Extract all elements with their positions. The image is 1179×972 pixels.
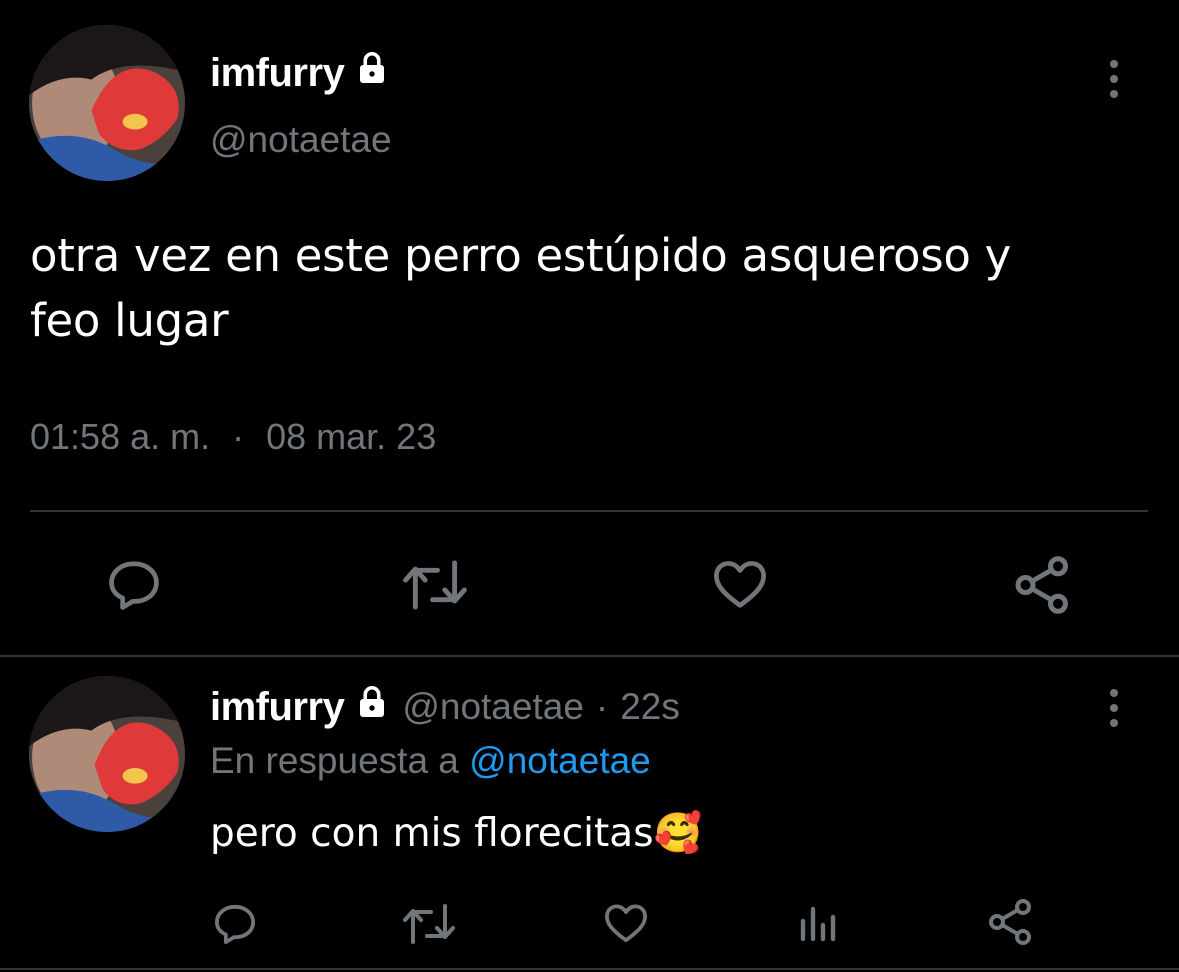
display-name[interactable]: imfurry (210, 684, 390, 730)
more-vertical-icon[interactable] (1110, 689, 1118, 727)
divider (30, 510, 1148, 512)
more-vertical-icon[interactable] (1110, 60, 1118, 98)
divider (0, 968, 1179, 970)
reply-bubble-icon[interactable] (104, 559, 164, 611)
reply-to-link[interactable]: @notaetae (469, 740, 651, 781)
display-name[interactable]: imfurry (210, 50, 390, 96)
avatar[interactable] (29, 25, 185, 181)
avatar-photo (29, 676, 185, 832)
reply-bubble-icon[interactable] (211, 903, 259, 945)
lock-icon (354, 50, 390, 96)
tweet-text-line: otra vez en este perro estúpido asqueros… (30, 229, 1011, 282)
separator-dot: · (595, 686, 609, 727)
tweet-text-content: pero con mis florecitas (210, 811, 654, 856)
separator-dot: · (232, 416, 245, 457)
avatar[interactable] (29, 676, 185, 832)
share-icon[interactable] (1012, 555, 1074, 615)
retweet-icon[interactable] (401, 902, 457, 946)
reply-header: imfurry @notaetae · 22s (210, 684, 680, 730)
reply-prefix: En respuesta a (210, 740, 459, 781)
lock-icon (354, 684, 390, 730)
analytics-icon[interactable] (797, 903, 837, 943)
reply-context: En respuesta a @notaetae (210, 740, 651, 782)
handle[interactable]: @notaetae (402, 686, 584, 728)
share-icon[interactable] (987, 898, 1035, 946)
tweet-age[interactable]: 22s (620, 686, 680, 728)
handle[interactable]: @notaetae (210, 119, 392, 161)
heart-icon[interactable] (602, 902, 650, 944)
tweet-text: pero con mis florecitas🥰 (210, 810, 702, 856)
display-name-text: imfurry (210, 50, 345, 95)
smiling-hearts-emoji: 🥰 (653, 811, 703, 856)
tweet-time: 01:58 a. m. (30, 416, 211, 457)
avatar-photo (29, 25, 185, 181)
tweet-timestamp[interactable]: 01:58 a. m. · 08 mar. 23 (30, 416, 436, 458)
divider (0, 655, 1179, 657)
retweet-icon[interactable] (400, 558, 470, 612)
tweet-date: 08 mar. 23 (266, 416, 437, 457)
heart-icon[interactable] (710, 558, 770, 610)
tweet-text-line: feo lugar (30, 294, 229, 347)
display-name-text: imfurry (210, 684, 345, 729)
tweet-text: otra vez en este perro estúpido asqueros… (30, 223, 1011, 353)
